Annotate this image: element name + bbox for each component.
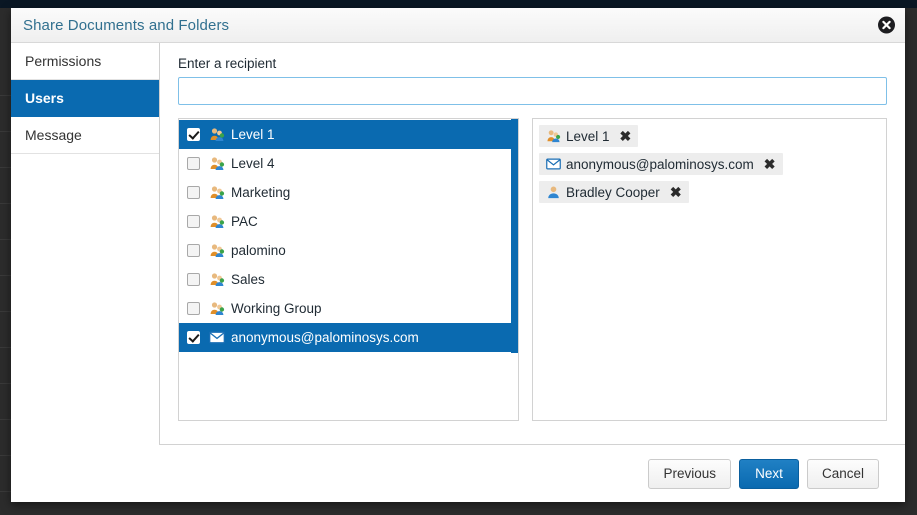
group-icon xyxy=(209,301,225,317)
row-checkbox[interactable] xyxy=(187,128,200,141)
sidebar-item-label: Permissions xyxy=(25,53,102,69)
list-item-label: Level 1 xyxy=(231,127,275,142)
group-icon xyxy=(209,185,225,201)
backdrop-top-bar xyxy=(0,0,917,8)
sidebar-item-label: Message xyxy=(25,127,82,143)
list-item[interactable]: Level 4 xyxy=(179,149,518,178)
row-checkbox[interactable] xyxy=(187,273,200,286)
remove-chip-icon[interactable]: ✖ xyxy=(764,157,776,171)
user-icon xyxy=(545,184,561,200)
dialog-footer: Previous Next Cancel xyxy=(159,444,905,502)
dialog-content: Enter a recipient Level 1 Level 4 Market… xyxy=(160,43,905,444)
sidebar-item-label: Users xyxy=(25,90,64,106)
group-icon xyxy=(209,214,225,230)
chip-row: Bradley Cooper ✖ xyxy=(539,181,880,209)
list-item[interactable]: Working Group xyxy=(179,294,518,323)
chip-label: Bradley Cooper xyxy=(566,184,660,200)
sidebar-item-message[interactable]: Message xyxy=(11,117,159,154)
list-item-label: Sales xyxy=(231,272,265,287)
recipient-chip[interactable]: anonymous@palominosys.com ✖ xyxy=(539,153,783,175)
envelope-icon xyxy=(545,156,561,172)
available-recipients-list: Level 1 Level 4 Marketing PAC palomino S… xyxy=(179,119,518,352)
envelope-icon xyxy=(209,330,225,346)
dialog-header: Share Documents and Folders xyxy=(11,8,905,43)
chip-label: anonymous@palominosys.com xyxy=(566,156,754,172)
row-checkbox[interactable] xyxy=(187,331,200,344)
chip-row: Level 1 ✖ xyxy=(539,125,880,153)
recipient-input[interactable] xyxy=(178,77,887,105)
share-dialog: Share Documents and Folders Permissions … xyxy=(11,8,905,502)
cancel-button[interactable]: Cancel xyxy=(806,458,879,489)
list-item[interactable]: Marketing xyxy=(179,178,518,207)
list-item-label: PAC xyxy=(231,214,258,229)
group-icon xyxy=(209,243,225,259)
previous-button[interactable]: Previous xyxy=(648,458,731,489)
group-icon xyxy=(209,156,225,172)
recipient-chip[interactable]: Level 1 ✖ xyxy=(539,125,639,147)
page-title: Share Documents and Folders xyxy=(23,16,230,34)
sidebar-item-permissions[interactable]: Permissions xyxy=(11,43,159,80)
remove-chip-icon[interactable]: ✖ xyxy=(620,129,632,143)
list-item-label: Level 4 xyxy=(231,156,275,171)
screen: Share Documents and Folders Permissions … xyxy=(0,0,917,515)
dialog-sidebar: Permissions Users Message xyxy=(11,43,160,444)
dialog-body: Permissions Users Message Enter a recipi… xyxy=(11,43,905,444)
close-circle-icon[interactable] xyxy=(878,16,895,34)
list-item-label: Working Group xyxy=(231,301,322,316)
remove-chip-icon[interactable]: ✖ xyxy=(670,185,682,199)
row-checkbox[interactable] xyxy=(187,215,200,228)
sidebar-item-users[interactable]: Users xyxy=(11,80,159,117)
row-checkbox[interactable] xyxy=(187,244,200,257)
next-button[interactable]: Next xyxy=(738,458,799,489)
list-item[interactable]: Sales xyxy=(179,265,518,294)
list-item-label: palomino xyxy=(231,243,286,258)
recipient-chip[interactable]: Bradley Cooper ✖ xyxy=(539,181,689,203)
list-item-label: anonymous@palominosys.com xyxy=(231,330,419,345)
list-item[interactable]: palomino xyxy=(179,236,518,265)
available-recipients-panel: Level 1 Level 4 Marketing PAC palomino S… xyxy=(178,118,519,421)
list-item[interactable]: Level 1 xyxy=(179,120,513,149)
chip-row: anonymous@palominosys.com ✖ xyxy=(539,153,880,181)
chip-label: Level 1 xyxy=(566,128,610,144)
list-item[interactable]: PAC xyxy=(179,207,518,236)
row-checkbox[interactable] xyxy=(187,186,200,199)
selected-recipients-panel: Level 1 ✖ anonymous@palominosys.com ✖ Br… xyxy=(532,118,887,421)
group-icon xyxy=(545,128,561,144)
row-checkbox[interactable] xyxy=(187,157,200,170)
transfer-panels: Level 1 Level 4 Marketing PAC palomino S… xyxy=(178,118,887,421)
list-item[interactable]: anonymous@palominosys.com xyxy=(179,323,513,352)
group-icon xyxy=(209,272,225,288)
list-item-label: Marketing xyxy=(231,185,291,200)
recipient-field-label: Enter a recipient xyxy=(178,56,277,71)
group-icon xyxy=(209,127,225,143)
row-checkbox[interactable] xyxy=(187,302,200,315)
